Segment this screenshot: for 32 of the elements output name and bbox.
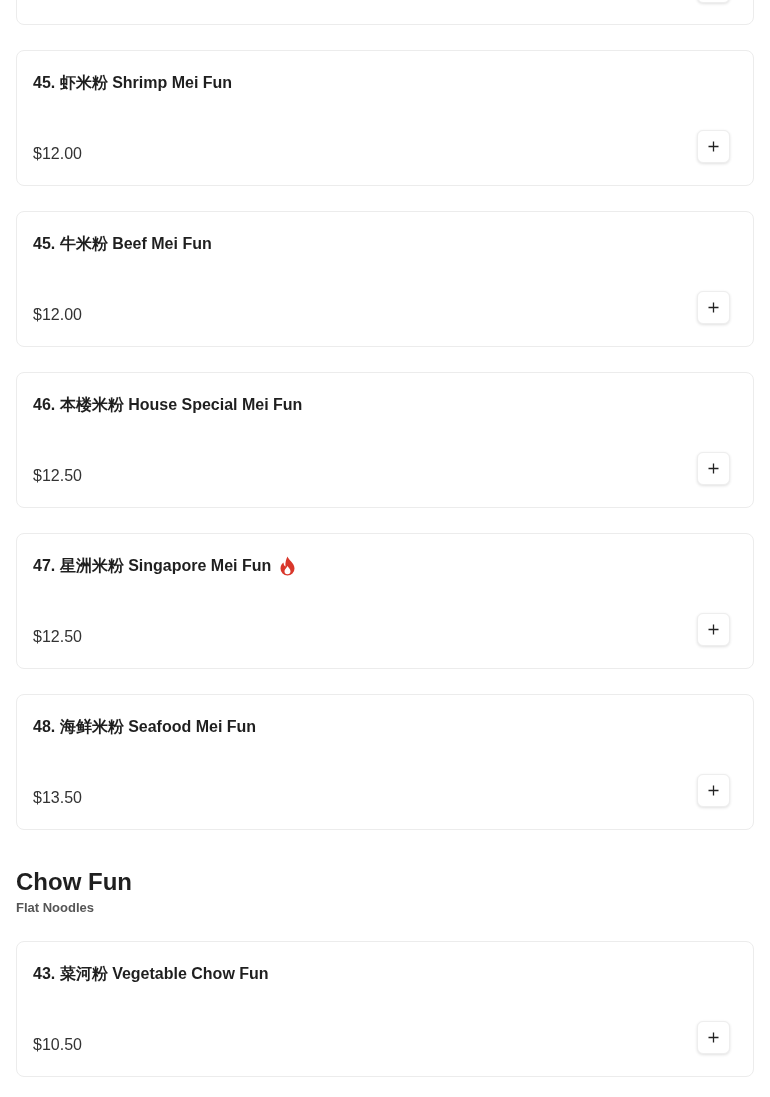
item-card[interactable]: 47. 星洲米粉 Singapore Mei Fun $12.50 bbox=[16, 533, 754, 669]
item-title: 48. 海鲜米粉 Seafood Mei Fun bbox=[33, 717, 257, 737]
item-title: 43. 菜河粉 Vegetable Chow Fun bbox=[33, 963, 269, 984]
item-price: $13.50 bbox=[33, 788, 82, 808]
plus-icon bbox=[708, 302, 719, 313]
item-card[interactable]: 48. 海鲜米粉 Seafood Mei Fun $13.50 bbox=[16, 694, 754, 830]
item-title: 45. 牛米粉 Beef Mei Fun bbox=[33, 234, 212, 254]
add-button[interactable] bbox=[697, 774, 730, 807]
item-card[interactable]: 43. 菜河粉 Vegetable Chow Fun $10.50 bbox=[16, 940, 754, 1077]
add-button[interactable] bbox=[697, 613, 730, 646]
plus-icon bbox=[708, 141, 719, 152]
item-title: 47. 星洲米粉 Singapore Mei Fun bbox=[33, 556, 272, 576]
plus-icon bbox=[708, 785, 719, 796]
add-button[interactable] bbox=[697, 291, 730, 324]
plus-icon bbox=[708, 1031, 719, 1043]
item-title: 45. 虾米粉 Shrimp Mei Fun bbox=[33, 73, 233, 93]
item-title: 46. 本楼米粉 House Special Mei Fun bbox=[33, 395, 303, 415]
plus-icon bbox=[708, 463, 719, 474]
section-heading: Chow Fun bbox=[16, 867, 133, 897]
item-price: $12.50 bbox=[33, 627, 82, 647]
add-button[interactable] bbox=[697, 1020, 730, 1054]
item-price: $12.00 bbox=[33, 305, 82, 325]
add-button[interactable] bbox=[697, 452, 730, 485]
item-price: $10.50 bbox=[33, 1034, 82, 1055]
section-subtitle: Flat Noodles bbox=[16, 899, 95, 917]
item-price: $12.00 bbox=[33, 144, 82, 164]
item-card[interactable]: 45. 牛米粉 Beef Mei Fun $12.00 bbox=[16, 211, 754, 347]
plus-icon bbox=[708, 624, 719, 635]
add-button[interactable] bbox=[697, 130, 730, 163]
item-price: $12.50 bbox=[33, 466, 82, 486]
item-card[interactable]: 46. 本楼米粉 House Special Mei Fun $12.50 bbox=[16, 372, 754, 508]
item-card[interactable]: 45. 虾米粉 Shrimp Mei Fun $12.00 bbox=[16, 50, 754, 186]
